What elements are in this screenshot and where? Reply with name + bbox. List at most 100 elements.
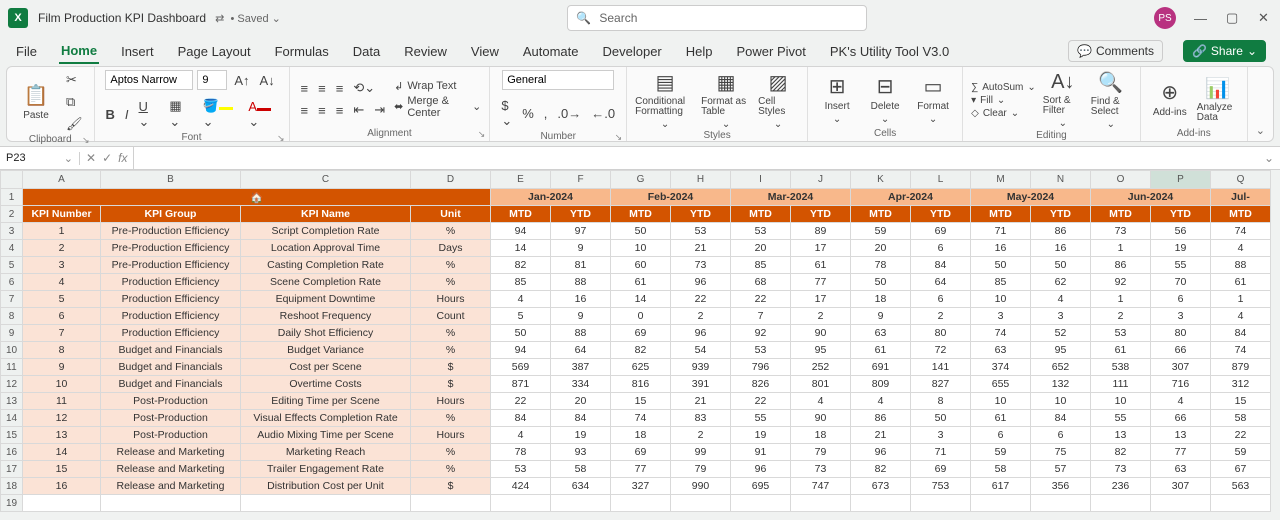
underline-icon[interactable]: U ⌄ xyxy=(136,97,163,132)
cell[interactable]: 85 xyxy=(731,257,791,274)
align-top-icon[interactable]: ≡ xyxy=(298,79,312,98)
cell[interactable]: 0 xyxy=(611,308,671,325)
cell[interactable]: 374 xyxy=(971,359,1031,376)
tab-file[interactable]: File xyxy=(14,40,39,63)
align-left-icon[interactable]: ≡ xyxy=(298,101,312,120)
orientation-icon[interactable]: ⟲⌄ xyxy=(350,78,378,98)
cell[interactable]: 73 xyxy=(791,461,851,478)
collapse-ribbon-icon[interactable]: ⌄ xyxy=(1256,124,1265,137)
cell[interactable]: 236 xyxy=(1091,478,1151,495)
cell[interactable]: Budget and Financials xyxy=(101,342,241,359)
cell[interactable]: 563 xyxy=(1211,478,1271,495)
cell[interactable]: 69 xyxy=(611,325,671,342)
indent-increase-icon[interactable]: ⇥ xyxy=(371,100,388,120)
cell[interactable]: 68 xyxy=(731,274,791,291)
cell[interactable]: Budget and Financials xyxy=(101,376,241,393)
cell[interactable]: 53 xyxy=(671,223,731,240)
cell[interactable]: 84 xyxy=(911,257,971,274)
cell[interactable]: Marketing Reach xyxy=(241,444,411,461)
cell[interactable]: 84 xyxy=(551,410,611,427)
cell[interactable]: $ xyxy=(411,359,491,376)
col-header-C[interactable]: C xyxy=(241,171,411,189)
cell[interactable]: 71 xyxy=(911,444,971,461)
cell[interactable]: 9 xyxy=(851,308,911,325)
cell[interactable]: 871 xyxy=(491,376,551,393)
cell[interactable]: % xyxy=(411,444,491,461)
cell[interactable]: 53 xyxy=(731,223,791,240)
cell[interactable]: 58 xyxy=(971,461,1031,478)
cell[interactable]: 74 xyxy=(971,325,1031,342)
addins-button[interactable]: ⊕Add-ins xyxy=(1149,80,1191,118)
cell[interactable]: 10 xyxy=(611,240,671,257)
expand-formula-icon[interactable]: ⌄ xyxy=(1258,151,1280,165)
dialog-launcher-icon[interactable]: ↘ xyxy=(277,133,285,144)
cell[interactable]: 79 xyxy=(791,444,851,461)
cell[interactable]: 92 xyxy=(1091,274,1151,291)
align-right-icon[interactable]: ≡ xyxy=(333,101,347,120)
row-header[interactable]: 8 xyxy=(1,308,23,325)
cell[interactable]: 538 xyxy=(1091,359,1151,376)
cell[interactable]: 10 xyxy=(23,376,101,393)
cell[interactable]: Visual Effects Completion Rate xyxy=(241,410,411,427)
cell[interactable]: 6 xyxy=(23,308,101,325)
cell[interactable]: 19 xyxy=(551,427,611,444)
cell[interactable]: 52 xyxy=(1031,325,1091,342)
cell[interactable]: 625 xyxy=(611,359,671,376)
cell[interactable]: 63 xyxy=(971,342,1031,359)
cell[interactable]: 94 xyxy=(491,342,551,359)
cell[interactable]: 20 xyxy=(851,240,911,257)
cell[interactable]: 82 xyxy=(1091,444,1151,461)
cell[interactable] xyxy=(411,495,491,512)
cell[interactable] xyxy=(1211,495,1271,512)
insert-cells-button[interactable]: ⊞Insert⌄ xyxy=(816,74,858,125)
cell[interactable]: 18 xyxy=(611,427,671,444)
cell[interactable]: 99 xyxy=(671,444,731,461)
align-center-icon[interactable]: ≡ xyxy=(315,101,329,120)
row-header[interactable]: 2 xyxy=(1,206,23,223)
cell[interactable]: 10 xyxy=(1091,393,1151,410)
cell[interactable]: 90 xyxy=(791,410,851,427)
cell[interactable]: 15 xyxy=(611,393,671,410)
increase-font-icon[interactable]: A↑ xyxy=(231,71,252,90)
cell[interactable]: Post-Production xyxy=(101,393,241,410)
cell[interactable]: 424 xyxy=(491,478,551,495)
row-header[interactable]: 9 xyxy=(1,325,23,342)
cell[interactable]: 6 xyxy=(1151,291,1211,308)
col-header-D[interactable]: D xyxy=(411,171,491,189)
cell[interactable]: 8 xyxy=(23,342,101,359)
cell[interactable]: Pre-Production Efficiency xyxy=(101,257,241,274)
cell[interactable]: 92 xyxy=(731,325,791,342)
cell[interactable]: 1 xyxy=(1091,291,1151,308)
cell[interactable]: 71 xyxy=(971,223,1031,240)
cell[interactable]: 55 xyxy=(731,410,791,427)
row-header[interactable]: 17 xyxy=(1,461,23,478)
cell[interactable]: Budget Variance xyxy=(241,342,411,359)
cell[interactable]: 4 xyxy=(1211,308,1271,325)
row-header[interactable]: 11 xyxy=(1,359,23,376)
cell[interactable]: 86 xyxy=(851,410,911,427)
cell[interactable]: 5 xyxy=(491,308,551,325)
cell[interactable] xyxy=(611,495,671,512)
cell[interactable]: 307 xyxy=(1151,359,1211,376)
cell[interactable]: 64 xyxy=(911,274,971,291)
cell[interactable]: Hours xyxy=(411,291,491,308)
col-header-Q[interactable]: Q xyxy=(1211,171,1271,189)
cell[interactable]: 16 xyxy=(971,240,1031,257)
cell[interactable]: 53 xyxy=(731,342,791,359)
tab-automate[interactable]: Automate xyxy=(521,40,581,63)
cell[interactable]: 16 xyxy=(1031,240,1091,257)
copy-icon[interactable]: ⧉ xyxy=(63,92,78,112)
cell[interactable]: $ xyxy=(411,376,491,393)
cell[interactable]: 88 xyxy=(551,274,611,291)
cut-icon[interactable]: ✂ xyxy=(63,70,80,90)
dialog-launcher-icon[interactable]: ↘ xyxy=(82,135,90,146)
cell[interactable]: 80 xyxy=(1151,325,1211,342)
cell[interactable]: Pre-Production Efficiency xyxy=(101,240,241,257)
cell[interactable]: 62 xyxy=(1031,274,1091,291)
cell[interactable]: Reshoot Frequency xyxy=(241,308,411,325)
cell[interactable]: 56 xyxy=(1151,223,1211,240)
cell[interactable]: 939 xyxy=(671,359,731,376)
cell[interactable]: 59 xyxy=(1211,444,1271,461)
cell[interactable]: 88 xyxy=(1211,257,1271,274)
comments-button[interactable]: 💬 Comments xyxy=(1068,40,1163,62)
